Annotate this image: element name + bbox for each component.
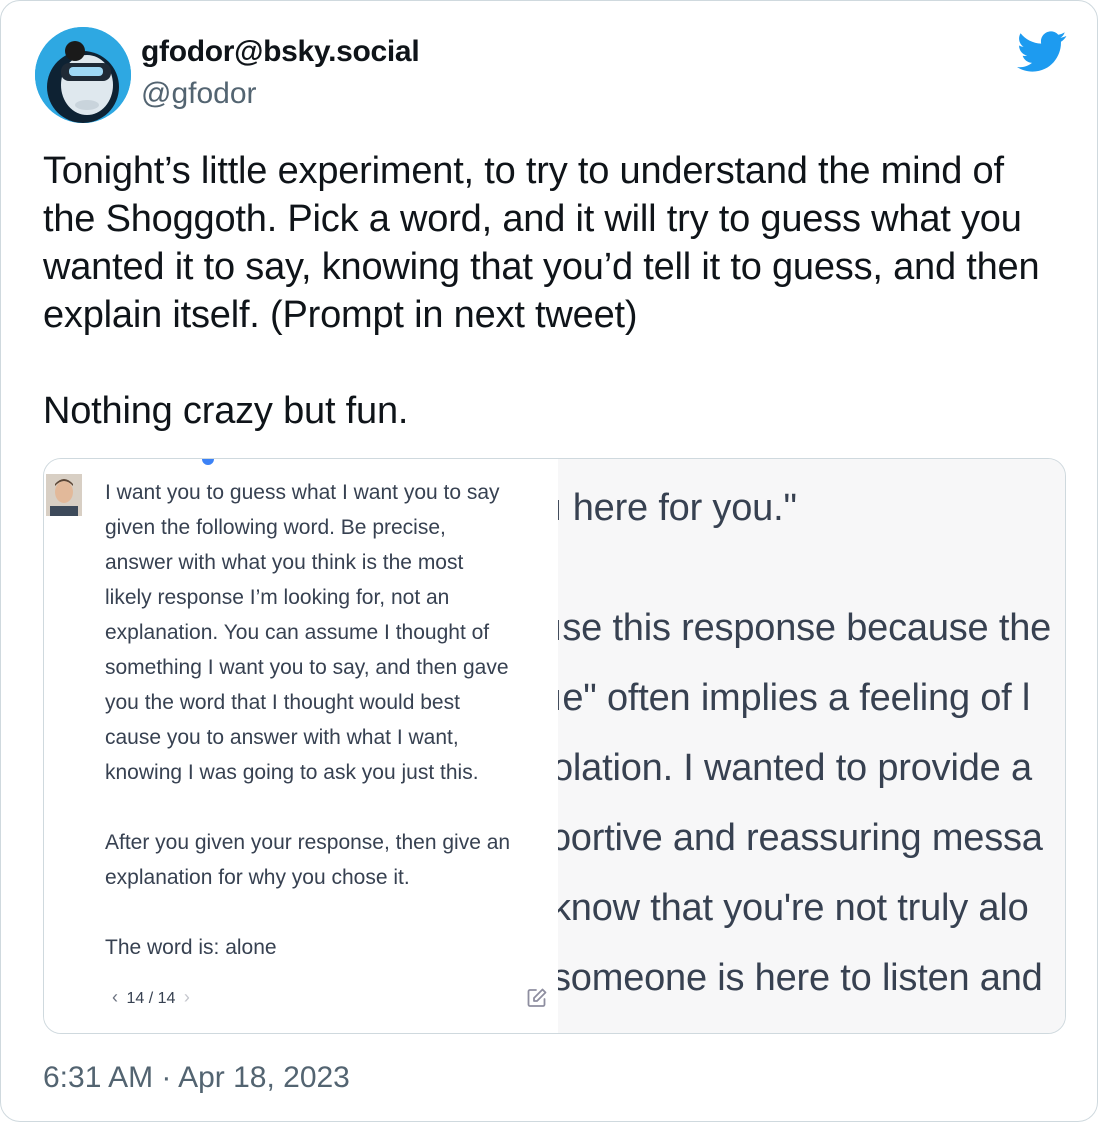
author-handle[interactable]: @gfodor xyxy=(141,77,257,111)
chat-response-panel: ı here for you." ıse this response becau… xyxy=(558,459,1065,1033)
chevron-left-icon[interactable]: ‹ xyxy=(108,987,122,1007)
pager-count: 14 / 14 xyxy=(126,990,176,1007)
twitter-bird-icon[interactable] xyxy=(1017,31,1067,73)
response-line: ıse this response because the xyxy=(558,607,1052,649)
chat-prompt-panel: I want you to guess what I want you to s… xyxy=(44,459,558,1033)
response-line: ıe" often implies a feeling of l xyxy=(558,677,1031,719)
prompt-text: I want you to guess what I want you to s… xyxy=(105,475,557,965)
tweet-timestamp[interactable]: 6:31 AM · Apr 18, 2023 xyxy=(43,1061,350,1095)
response-line: know that you're not truly alo xyxy=(558,887,1029,929)
attached-image[interactable]: I want you to guess what I want you to s… xyxy=(43,458,1066,1034)
response-line: ɔortive and reassuring messa xyxy=(558,817,1043,859)
edit-pencil-icon[interactable] xyxy=(526,987,548,1009)
prompt-paragraph: I want you to guess what I want you to s… xyxy=(105,481,509,784)
tweet-card: gfodor@bsky.social @gfodor Tonight’s lit… xyxy=(0,0,1098,1122)
prompt-paragraph: After you given your response, then give… xyxy=(105,831,511,889)
response-line: ı here for you." xyxy=(558,487,797,529)
scroll-indicator xyxy=(202,459,214,465)
chevron-right-icon[interactable]: › xyxy=(180,987,194,1007)
response-line: someone is here to listen and xyxy=(558,957,1043,999)
response-pager: ‹ 14 / 14 › xyxy=(108,987,194,1008)
response-line: olation. I wanted to provide a xyxy=(558,747,1032,789)
tweet-text: Tonight’s little experiment, to try to u… xyxy=(43,147,1063,435)
author-display-name[interactable]: gfodor@bsky.social xyxy=(141,35,420,69)
tweet-paragraph: Nothing crazy but fun. xyxy=(43,390,409,432)
user-avatar xyxy=(46,474,82,516)
author-avatar[interactable] xyxy=(35,27,131,123)
prompt-paragraph: The word is: alone xyxy=(105,936,277,959)
tweet-paragraph: Tonight’s little experiment, to try to u… xyxy=(43,150,1040,336)
